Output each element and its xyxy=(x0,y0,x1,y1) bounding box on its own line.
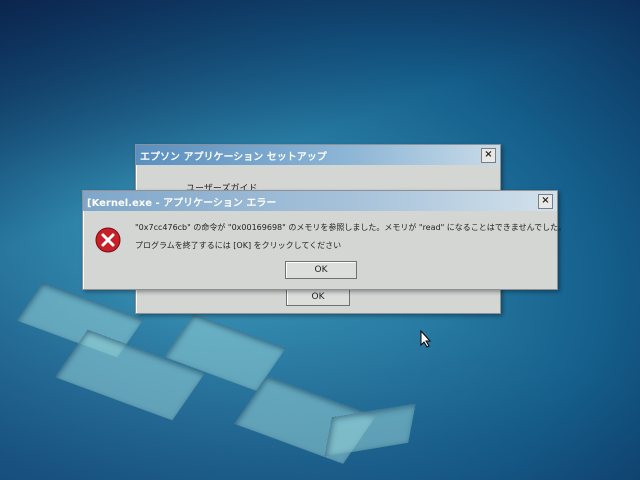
setup-window-titlebar[interactable]: エプソン アプリケーション セットアップ × xyxy=(136,145,500,165)
error-message-line1: "0x7cc476cb" の命令が "0x00169698" のメモリを参照しま… xyxy=(135,223,567,232)
error-dialog: [Kernel.exe - アプリケーション エラー × "0x7cc476cb… xyxy=(82,190,566,290)
error-icon xyxy=(95,227,121,257)
mouse-pointer-icon xyxy=(420,329,432,352)
error-dialog-title: [Kernel.exe - アプリケーション エラー xyxy=(87,197,277,209)
error-close-button[interactable]: × xyxy=(538,193,553,209)
error-message-line2: プログラムを終了するには [OK] をクリックしてください xyxy=(135,241,342,250)
error-ok-button[interactable]: OK xyxy=(285,261,357,279)
error-dialog-titlebar[interactable]: [Kernel.exe - アプリケーション エラー × xyxy=(83,191,557,211)
setup-close-button[interactable]: × xyxy=(481,147,496,163)
setup-ok-button[interactable]: OK xyxy=(286,288,350,306)
setup-window-title: エプソン アプリケーション セットアップ xyxy=(140,151,327,163)
